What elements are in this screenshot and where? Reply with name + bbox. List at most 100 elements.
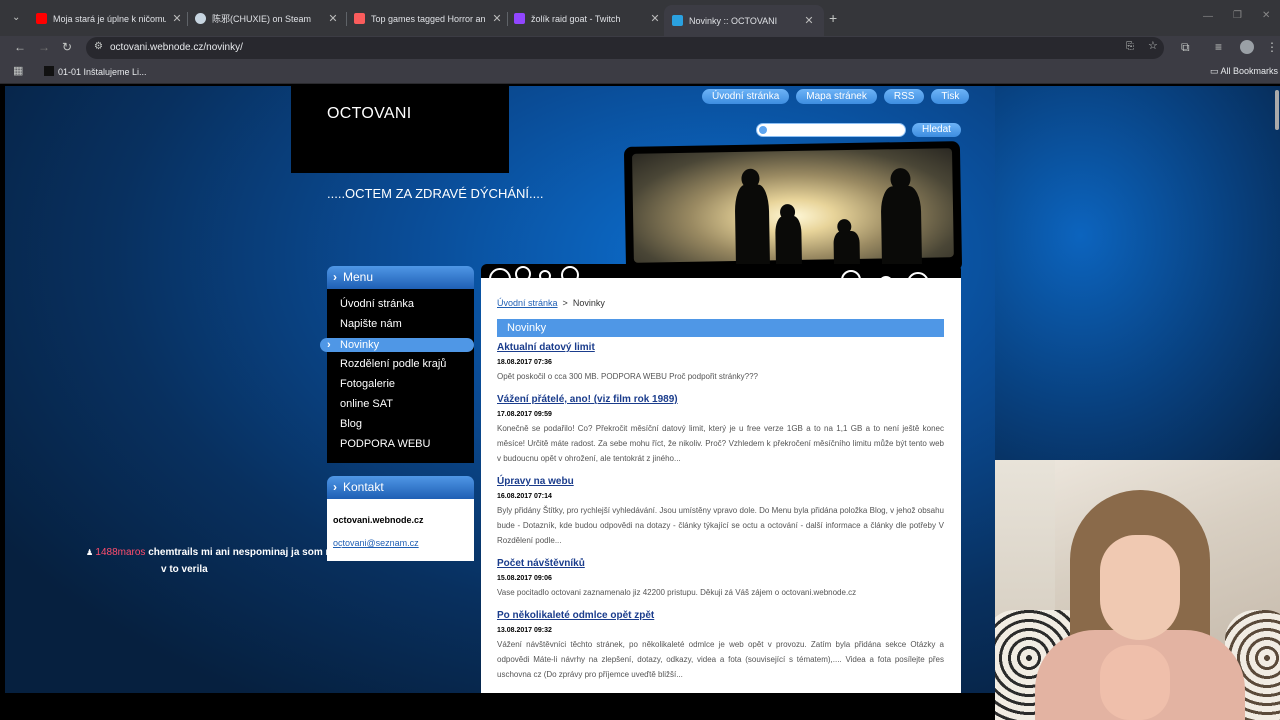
apps-icon[interactable]: ▦ [13, 66, 23, 77]
tab-separator [346, 12, 347, 26]
close-icon[interactable]: ✕ [802, 14, 816, 27]
article-title-link[interactable]: Úpravy na webu [497, 476, 944, 487]
all-bookmarks[interactable]: ▭ All Bookmarks [1210, 66, 1278, 77]
chat-username: 1488maros [95, 547, 146, 558]
list-item: Po několikaleté odmlce opět zpět 13.08.2… [497, 610, 944, 682]
article-title-link[interactable]: Vážení přátelé, ano! (viz film rok 1989) [497, 394, 944, 405]
forward-icon[interactable]: → [38, 41, 50, 53]
browser-tab-4[interactable]: žolík raid goat - Twitch ✕ [514, 7, 662, 30]
menu-item-home[interactable]: Úvodní stránka [340, 298, 414, 310]
tab-title: 陈邪(CHUXIE) on Steam [212, 14, 312, 24]
browser-tab-5[interactable]: Novinky :: OCTOVANI ✕ [664, 5, 824, 36]
menu-item-support[interactable]: PODPORA WEBU [340, 438, 430, 450]
menu-item-regions[interactable]: Rozdělení podle krajů [340, 358, 446, 370]
tab-search-icon[interactable]: ⌄ [12, 13, 20, 23]
twitch-icon [514, 13, 525, 24]
extensions-icon[interactable]: ⧉ [1181, 41, 1190, 53]
chat-message-line1: chemtrails mi ani nespominaj ja som mal … [148, 547, 392, 558]
new-tab-icon[interactable]: + [829, 11, 837, 25]
tab-title: Moja stará je úplne k ničomu - [53, 13, 166, 24]
tab-title: Top games tagged Horror and [371, 13, 486, 24]
article-excerpt: Byly přidány Štítky, pro rychlejší vyhle… [497, 506, 944, 545]
menu-item-gallery[interactable]: Fotogalerie [340, 378, 395, 390]
close-icon[interactable]: ✕ [648, 12, 662, 25]
search-input[interactable] [756, 123, 906, 137]
topnav-print[interactable]: Tisk [931, 89, 970, 104]
folder-icon: ▭ [1210, 66, 1221, 76]
article-title-link[interactable]: Po několikaleté odmlce opět zpět [497, 610, 944, 621]
browser-tab-strip: ⌄ Moja stará je úplne k ničomu - ✕ 陈邪(CH… [0, 0, 1280, 36]
tab-separator [507, 12, 508, 26]
topnav-rss[interactable]: RSS [883, 89, 925, 104]
top-navigation: Úvodní stránka Mapa stránek RSS Tisk [702, 89, 970, 104]
address-text: octovani.webnode.cz/novinky/ [110, 42, 243, 53]
youtube-icon [36, 13, 47, 24]
minimize-icon[interactable]: — [1203, 12, 1213, 22]
article-excerpt: Opět poskočil o cca 300 MB. PODPORA WEBU… [497, 372, 758, 381]
chat-message-line2: v to verila [161, 564, 208, 575]
page-scrollbar[interactable] [1275, 90, 1279, 130]
page-background-right [995, 86, 1280, 460]
avatar[interactable] [1240, 40, 1254, 54]
breadcrumb: Úvodní stránka > Novinky [497, 298, 605, 308]
webpage: OCTOVANI .....OCTEM ZA ZDRAVÉ DÝCHÁNÍ...… [5, 86, 995, 693]
address-bar[interactable]: ⚙ octovani.webnode.cz/novinky/ ⎘ ☆ [86, 37, 1164, 59]
article-date: 13.08.2017 09:32 [497, 627, 552, 634]
silhouette-figure [880, 185, 923, 273]
article-date: 18.08.2017 07:36 [497, 359, 552, 366]
browser-tab-1[interactable]: Moja stará je úplne k ničomu - ✕ [36, 7, 184, 30]
article-date: 15.08.2017 09:06 [497, 575, 552, 582]
article-excerpt: Vase pocitadlo octovani zaznamenalo jiz … [497, 588, 857, 597]
site-logo[interactable]: OCTOVANI [291, 86, 509, 173]
media-icon[interactable]: ≡ [1215, 41, 1222, 53]
webcam-overlay [995, 460, 1280, 720]
kontakt-name: octovani.webnode.cz [333, 515, 424, 525]
webcam-person-hand [1100, 645, 1170, 720]
site-info-icon[interactable]: ⚙ [94, 42, 103, 52]
chat-badge-icon: ♟ [86, 548, 96, 557]
kontakt-heading: Kontakt [327, 476, 474, 499]
browser-toolbar: ← → ↻ ⚙ octovani.webnode.cz/novinky/ ⎘ ☆… [0, 36, 1280, 60]
menu-heading: Menu [327, 266, 474, 289]
back-icon[interactable]: ← [14, 41, 26, 53]
menu-panel [327, 289, 474, 463]
breadcrumb-current: Novinky [572, 298, 605, 308]
topnav-home[interactable]: Úvodní stránka [702, 89, 790, 104]
window-close-icon[interactable]: ✕ [1262, 11, 1270, 21]
steam-icon [195, 13, 206, 24]
list-item: Úpravy na webu 16.08.2017 07:14 Byly při… [497, 476, 944, 548]
article-date: 16.08.2017 07:14 [497, 493, 552, 500]
list-item: Počet návštěvníků 15.08.2017 09:06 Vase … [497, 558, 944, 600]
topnav-sitemap[interactable]: Mapa stránek [796, 89, 877, 104]
list-item: Vážení přátelé, ano! (viz film rok 1989)… [497, 394, 944, 466]
close-icon[interactable]: ✕ [326, 12, 340, 25]
menu-icon[interactable]: ⋮ [1266, 41, 1278, 53]
translate-icon[interactable]: ⎘ [1126, 42, 1134, 52]
browser-tab-3[interactable]: Top games tagged Horror and ✕ [354, 7, 504, 30]
bookmark-star-icon[interactable]: ☆ [1148, 41, 1158, 52]
silhouette-figure [734, 184, 771, 276]
close-icon[interactable]: ✕ [170, 12, 184, 25]
bookmark-label: 01-01 Inštalujeme Li... [58, 67, 147, 77]
bookmarks-bar: ▦ 01-01 Inštalujeme Li... ▭ All Bookmark… [0, 60, 1280, 84]
reload-icon[interactable]: ↻ [62, 41, 72, 53]
article-date: 17.08.2017 09:59 [497, 411, 552, 418]
browser-tab-2[interactable]: 陈邪(CHUXIE) on Steam ✕ [195, 7, 340, 30]
restore-icon[interactable]: ❐ [1233, 11, 1242, 21]
menu-item-novinky[interactable]: Novinky [320, 338, 474, 352]
article-excerpt: Vážení návštěvníci těchto stránek, po ně… [497, 640, 944, 679]
menu-item-blog[interactable]: Blog [340, 418, 362, 430]
header-photo [623, 141, 963, 277]
tab-separator [187, 12, 188, 26]
stream-chat-message: ♟ 1488maros chemtrails mi ani nespominaj… [86, 544, 392, 578]
article-title-link[interactable]: Počet návštěvníků [497, 558, 944, 569]
article-title-link[interactable]: Aktualní datový limit [497, 342, 944, 353]
close-icon[interactable]: ✕ [490, 12, 504, 25]
search-button[interactable]: Hledat [912, 123, 961, 137]
bookmark-item[interactable]: 01-01 Inštalujeme Li... [44, 66, 147, 77]
site-slogan: .....OCTEM ZA ZDRAVÉ DÝCHÁNÍ.... [327, 186, 544, 201]
logo-text: OCTOVANI [327, 105, 412, 122]
menu-item-online-sat[interactable]: online SAT [340, 398, 393, 410]
breadcrumb-home-link[interactable]: Úvodní stránka [497, 298, 558, 308]
menu-item-contact[interactable]: Napište nám [340, 318, 402, 330]
